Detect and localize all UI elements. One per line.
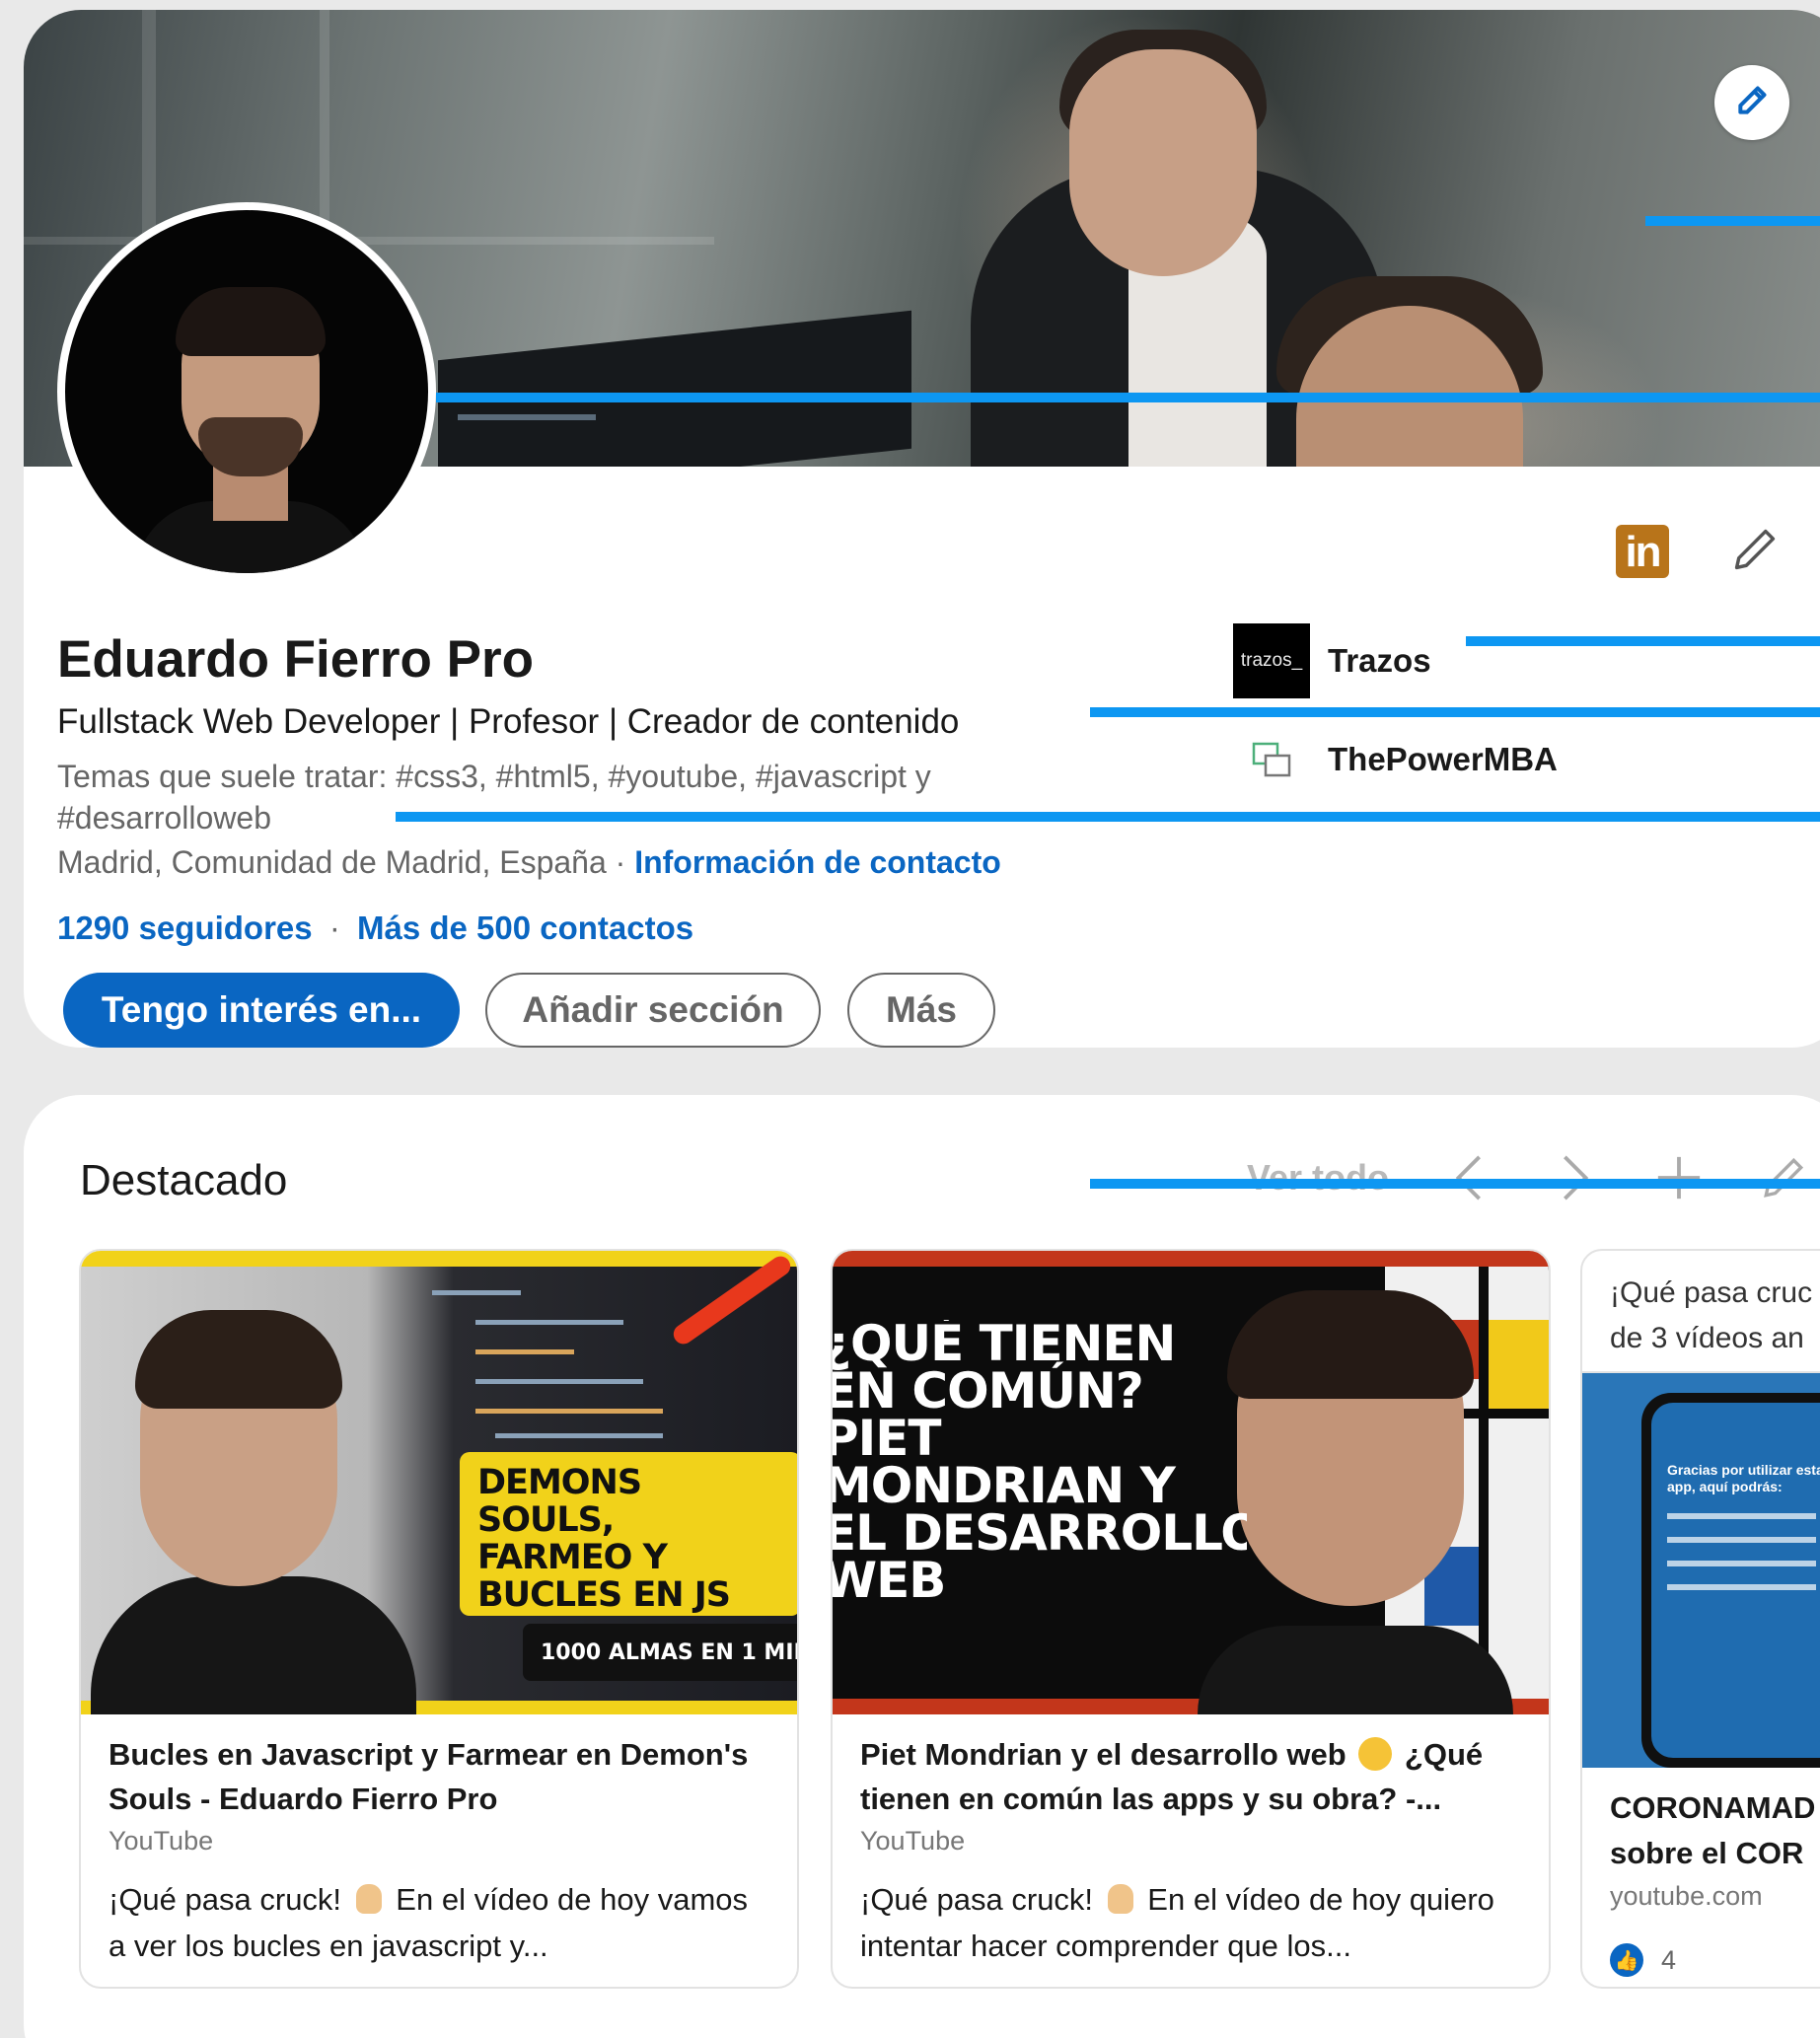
thumbnail-line: FARMEO Y bbox=[477, 1538, 668, 1577]
pencil-icon bbox=[1732, 81, 1772, 125]
edit-cover-button[interactable] bbox=[1714, 65, 1789, 140]
featured-item[interactable]: ¿QUÉ TIENEN EN COMÚN? PIET MONDRIAN Y EL… bbox=[831, 1249, 1551, 1989]
thumbnail-badge: 1000 ALMAS EN 1 MIN bbox=[523, 1624, 797, 1681]
rock-hand-emoji-icon bbox=[355, 1884, 382, 1914]
profile-name: Eduardo Fierro Pro bbox=[57, 630, 534, 689]
post-snippet: ¡Qué pasa cruc de 3 vídeos an bbox=[1582, 1251, 1820, 1373]
screen-text: Gracias por utilizar esta app, aquí podr… bbox=[1667, 1462, 1820, 1494]
reactions[interactable]: 👍 4 bbox=[1610, 1943, 1820, 1977]
item-title: CORONAMAD sobre el COR bbox=[1610, 1785, 1820, 1876]
company-name: Trazos bbox=[1328, 642, 1431, 679]
snippet-line: ¡Qué pasa cruc bbox=[1610, 1276, 1813, 1309]
monocle-face-emoji-icon bbox=[1358, 1737, 1393, 1771]
profile-card: in Eduardo Fierro Pro Fullstack Web Deve… bbox=[24, 10, 1820, 1048]
like-icon: 👍 bbox=[1610, 1943, 1643, 1977]
overlay-rule bbox=[1090, 1179, 1820, 1189]
open-to-button[interactable]: Tengo interés en... bbox=[63, 973, 460, 1048]
title-line: sobre el COR bbox=[1610, 1836, 1804, 1870]
profile-headline: Fullstack Web Developer | Profesor | Cre… bbox=[57, 702, 960, 741]
item-source: YouTube bbox=[109, 1826, 214, 1856]
featured-title: Destacado bbox=[80, 1156, 288, 1204]
chevron-left-icon[interactable] bbox=[1440, 1148, 1499, 1207]
separator: · bbox=[615, 844, 626, 880]
overlay-rule bbox=[1466, 636, 1820, 646]
thumbnail-line: MONDRIAN Y bbox=[833, 1457, 1176, 1514]
thumbnail-line: ¿QUÉ TIENEN bbox=[833, 1320, 1176, 1372]
item-title: Piet Mondrian y el desarrollo web ¿Qué t… bbox=[860, 1732, 1521, 1821]
thumbnail-line: EN COMÚN? bbox=[833, 1362, 1144, 1419]
video-thumbnail: Gracias por utilizar esta app, aquí podr… bbox=[1582, 1373, 1820, 1768]
overlay-rule bbox=[1645, 216, 1820, 226]
overlay-rule bbox=[396, 812, 1820, 822]
contact-info-link[interactable]: Información de contacto bbox=[634, 844, 1001, 880]
location-text: Madrid, Comunidad de Madrid, España bbox=[57, 844, 607, 880]
thumbnail-caption: ¿QUÉ TIENEN EN COMÚN? PIET MONDRIAN Y EL… bbox=[833, 1320, 1247, 1604]
rock-hand-emoji-icon bbox=[1107, 1884, 1133, 1914]
overlay-rule bbox=[436, 393, 1820, 402]
description-text: ¡Qué pasa cruck! bbox=[109, 1882, 342, 1917]
more-button[interactable]: Más bbox=[847, 973, 995, 1048]
thumbnail-caption: DEMONS SOULS, FARMEO Y BUCLES EN JS bbox=[460, 1452, 797, 1616]
company-trazos[interactable]: trazos_ Trazos bbox=[1233, 623, 1431, 698]
thumbnail-line: EL DESARROLLO bbox=[833, 1504, 1247, 1562]
thumbnail-line: WEB bbox=[833, 1552, 946, 1604]
video-thumbnail: DEMONS SOULS, FARMEO Y BUCLES EN JS 1000… bbox=[81, 1251, 797, 1714]
item-source: youtube.com bbox=[1610, 1881, 1763, 1911]
connections-link[interactable]: Más de 500 contactos bbox=[357, 910, 693, 946]
pencil-icon[interactable] bbox=[1754, 1148, 1813, 1207]
thumbnail-line: BUCLES EN JS bbox=[477, 1575, 731, 1615]
featured-toolbar: Ver todo bbox=[1247, 1148, 1813, 1207]
see-all-link[interactable]: Ver todo bbox=[1247, 1157, 1389, 1199]
company-name: ThePowerMBA bbox=[1328, 741, 1558, 777]
title-line: CORONAMAD bbox=[1610, 1790, 1816, 1825]
item-description: ¡Qué pasa cruck! En el vídeo de hoy quie… bbox=[860, 1876, 1521, 1969]
description-text: ¡Qué pasa cruck! bbox=[860, 1882, 1094, 1917]
chevron-right-icon[interactable] bbox=[1545, 1148, 1604, 1207]
company-thepowermba[interactable]: ThePowerMBA bbox=[1233, 722, 1558, 797]
featured-item[interactable]: ¡Qué pasa cruc de 3 vídeos an Gracias po… bbox=[1580, 1249, 1820, 1989]
item-title: Bucles en Javascript y Farmear en Demon'… bbox=[109, 1737, 749, 1816]
title-text: Piet Mondrian y el desarrollo web bbox=[860, 1737, 1347, 1772]
trazos-logo: trazos_ bbox=[1233, 623, 1310, 698]
reaction-count: 4 bbox=[1661, 1944, 1677, 1975]
thumbnail-line: DEMONS SOULS, bbox=[477, 1463, 642, 1540]
pencil-icon bbox=[1729, 524, 1781, 580]
location-line: Madrid, Comunidad de Madrid, España · In… bbox=[57, 844, 1001, 881]
thumbnail-line: PIET bbox=[833, 1410, 942, 1467]
snippet-line: de 3 vídeos an bbox=[1610, 1322, 1804, 1354]
overlay-rule bbox=[1090, 707, 1820, 717]
video-thumbnail: ¿QUÉ TIENEN EN COMÚN? PIET MONDRIAN Y EL… bbox=[833, 1251, 1549, 1714]
profile-avatar[interactable] bbox=[57, 202, 436, 581]
edit-intro-button[interactable] bbox=[1724, 521, 1785, 582]
stats-line: 1290 seguidores · Más de 500 contactos bbox=[57, 910, 693, 947]
profile-topics: Temas que suele tratar: #css3, #html5, #… bbox=[57, 759, 931, 836]
linkedin-icon[interactable]: in bbox=[1616, 525, 1669, 578]
featured-item[interactable]: DEMONS SOULS, FARMEO Y BUCLES EN JS 1000… bbox=[79, 1249, 799, 1989]
add-section-button[interactable]: Añadir sección bbox=[485, 973, 821, 1048]
plus-icon[interactable] bbox=[1649, 1148, 1709, 1207]
featured-card: Destacado Ver todo DEMONS SOULS, FARMEO … bbox=[24, 1095, 1820, 2038]
window-icon bbox=[1233, 722, 1310, 797]
item-description: ¡Qué pasa cruck! En el vídeo de hoy vamo… bbox=[109, 1876, 769, 1969]
item-source: YouTube bbox=[860, 1826, 966, 1856]
separator: · bbox=[328, 910, 340, 946]
followers-link[interactable]: 1290 seguidores bbox=[57, 910, 313, 946]
